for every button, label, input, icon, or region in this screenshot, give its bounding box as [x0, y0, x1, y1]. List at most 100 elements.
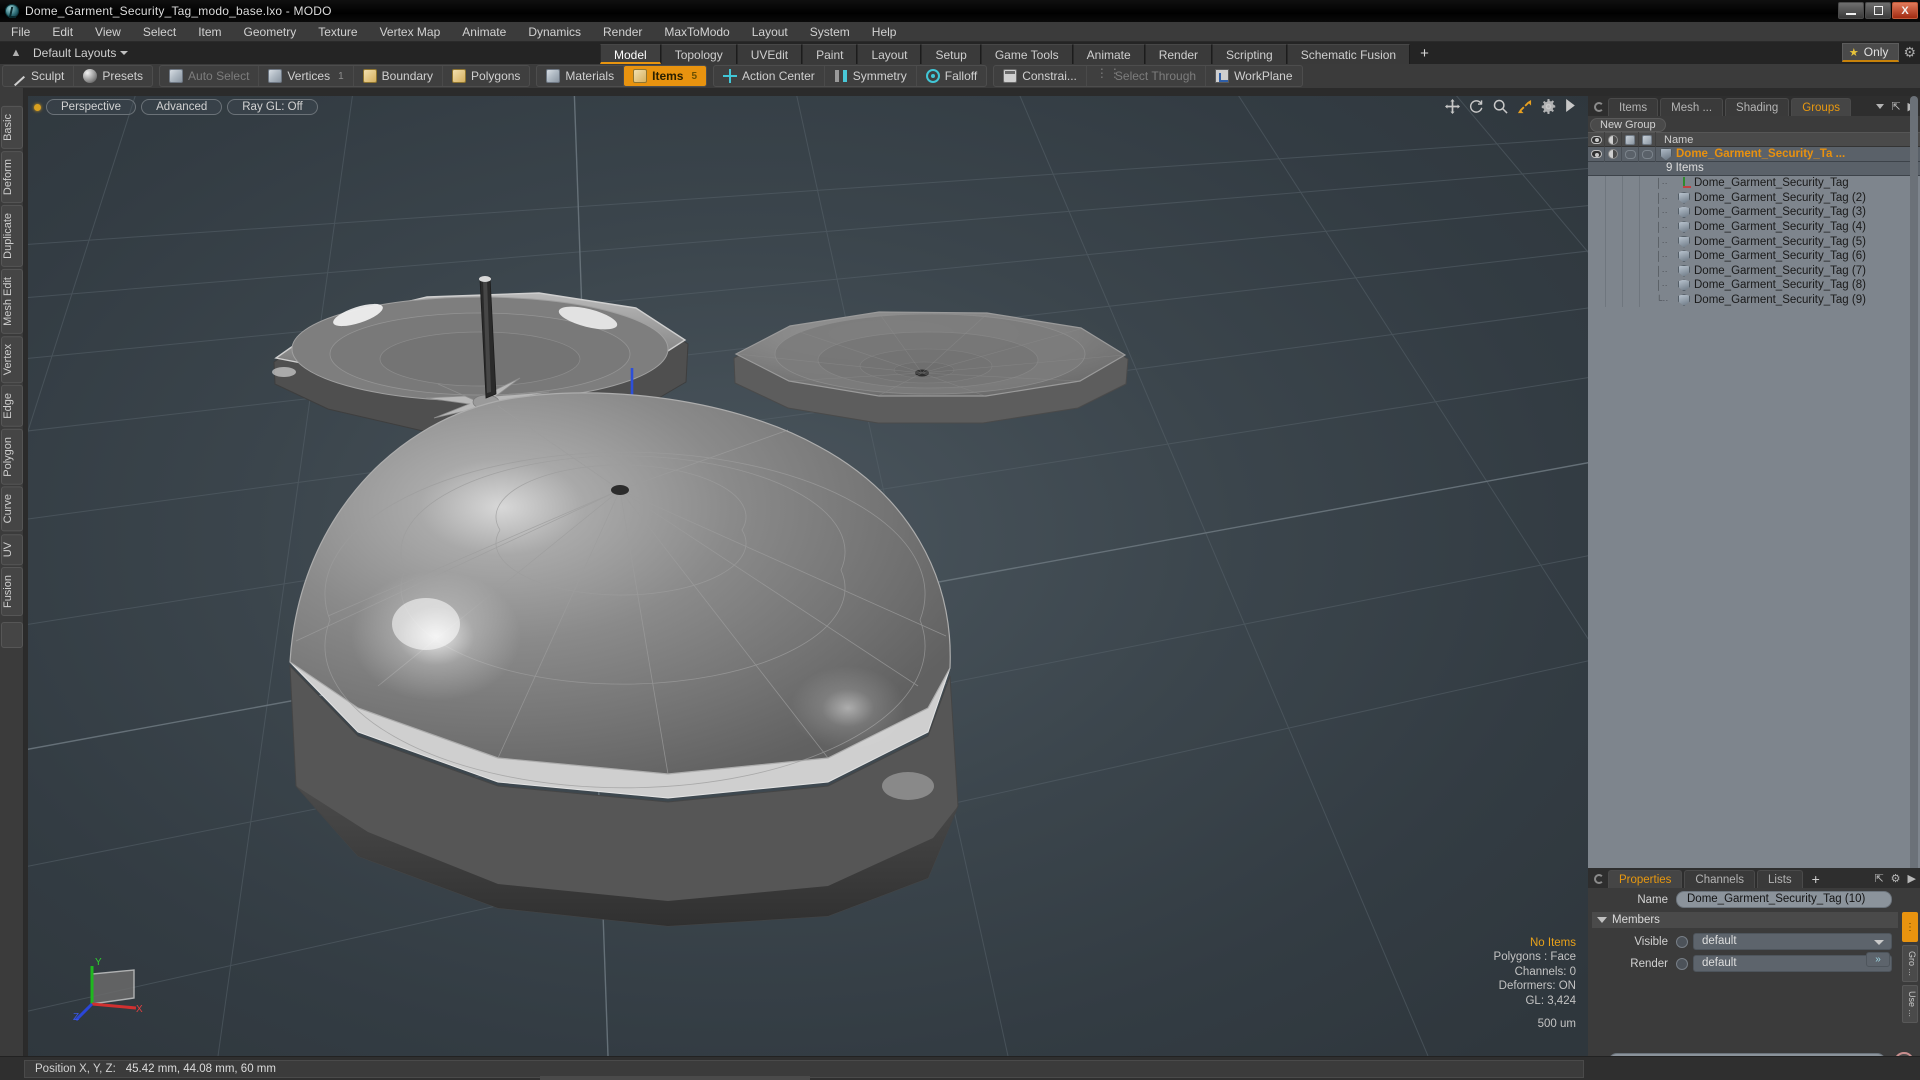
group-row[interactable]: Dome_Garment_Security_Ta ...	[1588, 146, 1920, 162]
sculpt-button[interactable]: Sculpt	[3, 66, 75, 86]
falloff-button[interactable]: Falloff	[917, 66, 986, 86]
side-tab-users[interactable]: Use ...	[1902, 985, 1918, 1024]
left-tab-fusion[interactable]: Fusion	[1, 567, 23, 617]
menu-render[interactable]: Render	[592, 22, 653, 42]
chevron-down-icon[interactable]	[120, 51, 129, 55]
column-visible[interactable]	[1588, 132, 1605, 147]
menu-edit[interactable]: Edit	[41, 22, 84, 42]
menu-system[interactable]: System	[799, 22, 861, 42]
pan-icon[interactable]	[1445, 99, 1460, 114]
3d-viewport[interactable]: Perspective Advanced Ray GL: Off Y X Z N…	[28, 96, 1588, 1056]
menu-select[interactable]: Select	[132, 22, 187, 42]
menu-item[interactable]: Item	[187, 22, 232, 42]
viewport-shading-dropdown[interactable]: Advanced	[141, 99, 223, 115]
list-item[interactable]: │·· Dome_Garment_Security_Tag (2)	[1588, 190, 1920, 206]
expand-icon[interactable]: ⇱	[1874, 872, 1883, 885]
list-item[interactable]: └·· Dome_Garment_Security_Tag (9)	[1588, 292, 1920, 308]
list-item[interactable]: │·· Dome_Garment_Security_Tag	[1588, 176, 1920, 191]
render-state-icon[interactable]	[1676, 957, 1688, 970]
panel-menu-icon[interactable]	[1594, 874, 1604, 884]
right-tab-shading[interactable]: Shading	[1725, 98, 1790, 116]
gear-icon[interactable]	[1541, 99, 1556, 114]
list-item[interactable]: │·· Dome_Garment_Security_Tag (8)	[1588, 278, 1920, 293]
left-tab-mesh-edit[interactable]: Mesh Edit	[1, 268, 23, 334]
add-layout-tab-button[interactable]: +	[1410, 44, 1439, 64]
tab-lists[interactable]: Lists	[1757, 870, 1803, 888]
members-section-header[interactable]: Members	[1592, 912, 1898, 928]
column-render[interactable]	[1639, 132, 1656, 147]
layout-tab-scripting[interactable]: Scripting	[1212, 44, 1287, 64]
menu-animate[interactable]: Animate	[451, 22, 517, 42]
right-tab-mesh[interactable]: Mesh ...	[1660, 98, 1724, 116]
vertices-button[interactable]: Vertices 1	[259, 66, 354, 86]
boundary-button[interactable]: Boundary	[354, 66, 444, 86]
collapse-icon[interactable]: ▲	[7, 44, 25, 62]
add-properties-tab-button[interactable]: +	[1805, 870, 1827, 888]
select-through-button[interactable]: Select Through	[1087, 66, 1207, 86]
left-tab-extra[interactable]	[1, 622, 23, 649]
minimize-button[interactable]	[1838, 2, 1864, 19]
left-tab-edge[interactable]: Edge	[1, 384, 23, 427]
rotate-icon[interactable]	[1469, 99, 1484, 114]
chevron-down-icon[interactable]	[1876, 104, 1885, 109]
layout-tab-game-tools[interactable]: Game Tools	[980, 44, 1073, 64]
menu-maxtomodo[interactable]: MaxToModo	[653, 22, 740, 42]
gear-icon[interactable]: ⚙	[1891, 872, 1901, 885]
play-icon[interactable]: ▶	[1908, 872, 1916, 885]
group-mesh-toggle[interactable]	[1622, 146, 1639, 162]
restore-button[interactable]	[1865, 2, 1891, 19]
play-icon[interactable]	[1565, 99, 1580, 114]
column-mesh[interactable]	[1622, 132, 1639, 147]
name-input[interactable]: Dome_Garment_Security_Tag (10)	[1676, 891, 1892, 908]
group-visible-toggle[interactable]	[1588, 146, 1605, 162]
constraint-button[interactable]: Constrai...	[994, 66, 1087, 86]
only-button[interactable]: ★ Only	[1841, 43, 1900, 62]
menu-view[interactable]: View	[84, 22, 132, 42]
list-item[interactable]: │·· Dome_Garment_Security_Tag (6)	[1588, 248, 1920, 264]
properties-side-menu-button[interactable]: ⋮	[1902, 912, 1918, 942]
list-empty-area[interactable]	[1588, 307, 1920, 904]
menu-help[interactable]: Help	[861, 22, 908, 42]
expand-icon[interactable]: ⇱	[1891, 100, 1900, 113]
group-render-toggle[interactable]	[1639, 146, 1656, 162]
layout-tab-layout[interactable]: Layout	[857, 44, 922, 64]
panel-menu-icon[interactable]	[1594, 102, 1604, 112]
right-tab-groups[interactable]: Groups	[1791, 98, 1851, 116]
menu-layout[interactable]: Layout	[741, 22, 799, 42]
gear-icon[interactable]: ⚙	[1903, 44, 1916, 61]
menu-texture[interactable]: Texture	[307, 22, 368, 42]
zoom-icon[interactable]	[1493, 99, 1508, 114]
list-item[interactable]: │·· Dome_Garment_Security_Tag (5)	[1588, 234, 1920, 249]
left-tab-duplicate[interactable]: Duplicate	[1, 204, 23, 267]
items-button[interactable]: Items 5	[624, 66, 707, 86]
polygons-button[interactable]: Polygons	[443, 66, 529, 86]
left-tab-polygon[interactable]: Polygon	[1, 428, 23, 485]
fit-icon[interactable]	[1517, 99, 1532, 114]
column-shaded[interactable]	[1605, 132, 1622, 147]
close-button[interactable]: X	[1892, 2, 1918, 19]
menu-geometry[interactable]: Geometry	[233, 22, 308, 42]
menu-file[interactable]: File	[0, 22, 41, 42]
layout-tab-schematic-fusion[interactable]: Schematic Fusion	[1286, 44, 1411, 64]
group-name[interactable]: Dome_Garment_Security_Ta ...	[1656, 147, 1845, 161]
layout-tab-uvedit[interactable]: UVEdit	[736, 44, 803, 64]
layout-tab-render[interactable]: Render	[1144, 44, 1213, 64]
more-options-button[interactable]: »	[1866, 952, 1890, 967]
layout-tab-setup[interactable]: Setup	[921, 44, 981, 64]
list-item[interactable]: │·· Dome_Garment_Security_Tag (3)	[1588, 205, 1920, 220]
left-tab-vertex[interactable]: Vertex	[1, 335, 23, 383]
tab-channels[interactable]: Channels	[1684, 870, 1756, 888]
presets-button[interactable]: Presets	[74, 66, 152, 86]
workplane-button[interactable]: WorkPlane	[1206, 66, 1301, 86]
viewport-perspective-dropdown[interactable]: Perspective	[46, 99, 137, 115]
visible-state-icon[interactable]	[1676, 935, 1688, 948]
render-dropdown[interactable]: default	[1693, 955, 1892, 972]
auto-select-button[interactable]: Auto Select	[160, 66, 260, 86]
default-layouts-label[interactable]: Default Layouts	[33, 46, 116, 60]
layout-tab-paint[interactable]: Paint	[802, 44, 858, 64]
viewport-raygl-dropdown[interactable]: Ray GL: Off	[227, 99, 318, 115]
new-group-button[interactable]: New Group	[1590, 118, 1666, 132]
layout-tab-model[interactable]: Model	[600, 44, 661, 64]
right-tab-items[interactable]: Items	[1608, 98, 1659, 116]
symmetry-button[interactable]: Symmetry	[825, 66, 917, 86]
